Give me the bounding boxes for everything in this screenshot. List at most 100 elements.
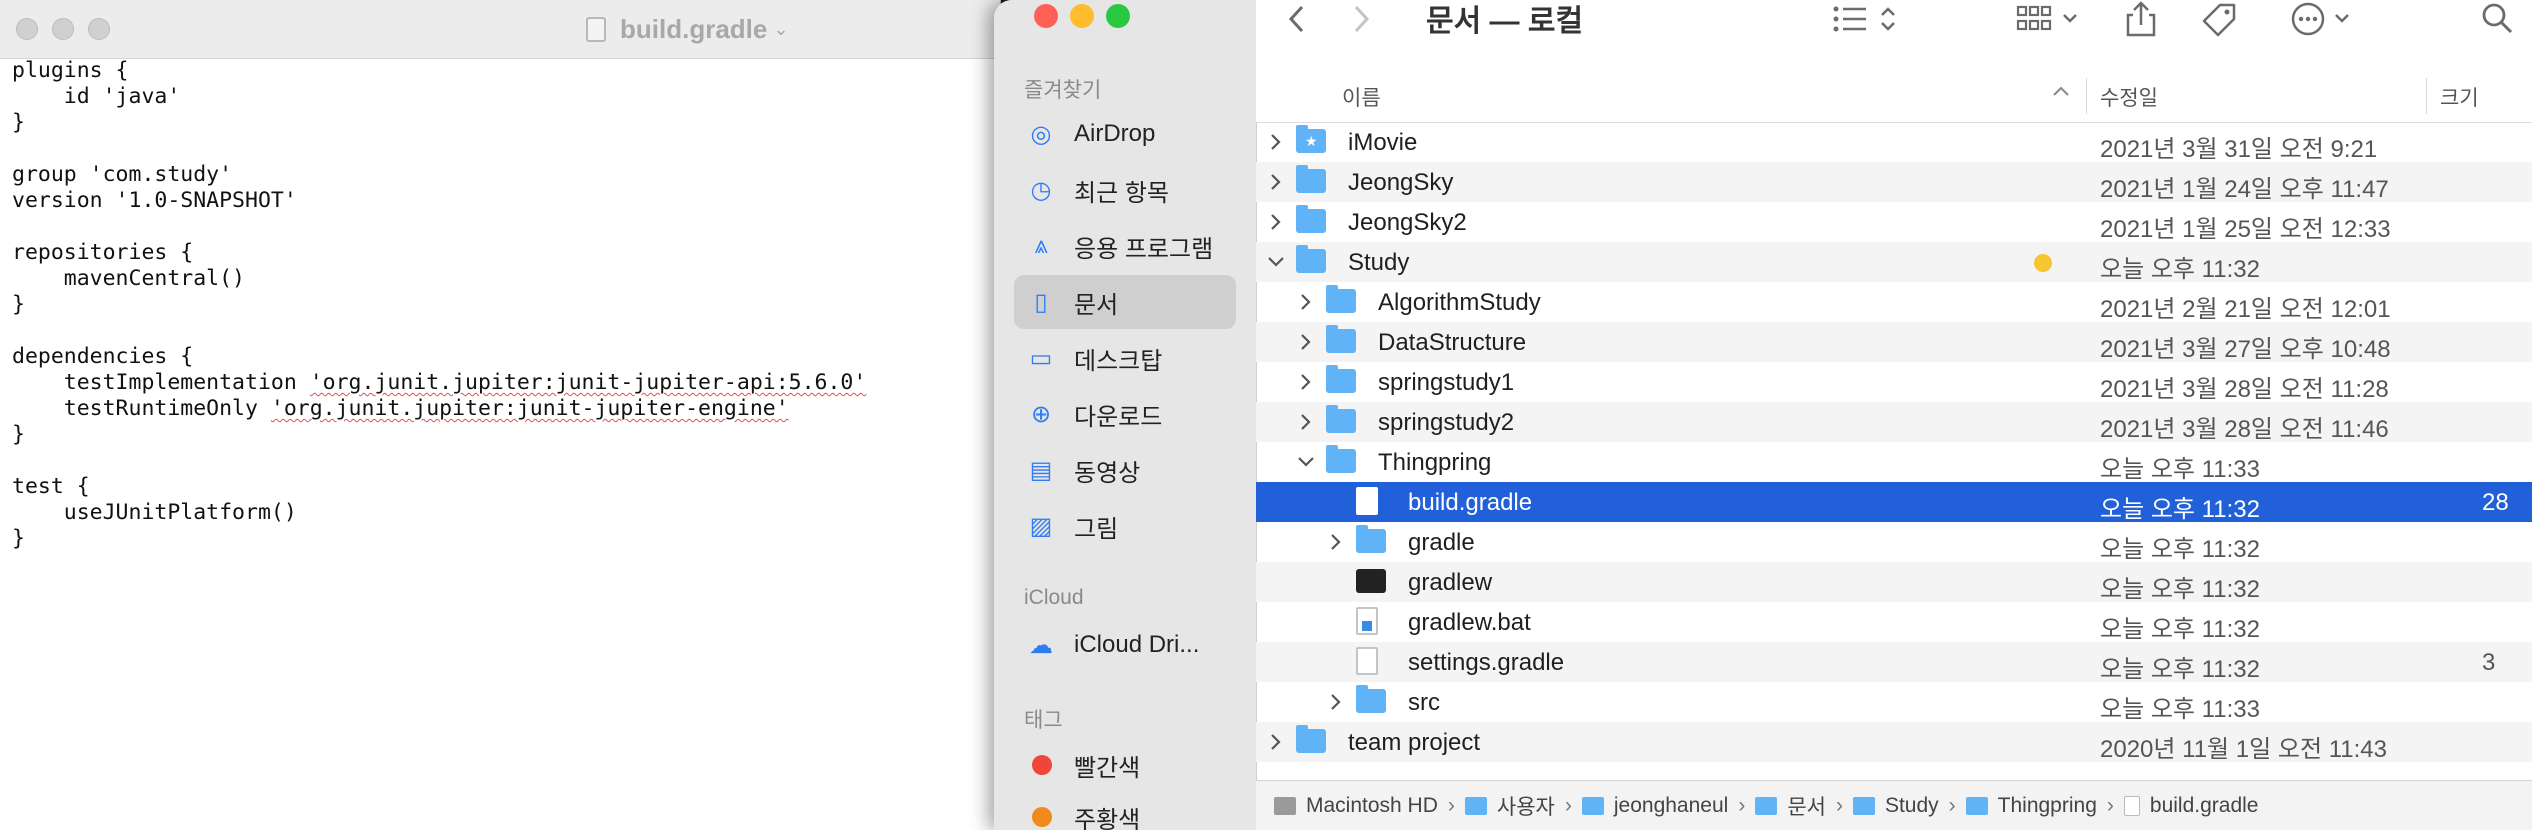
search-button[interactable] (2480, 0, 2514, 38)
orange-tag-dot-icon (1032, 807, 1052, 827)
code-line: version '1.0-SNAPSHOT' (12, 188, 297, 213)
disclosure-collapsed-icon[interactable] (1266, 166, 1286, 198)
sidebar-item-download[interactable]: ⊕ 다운로드 (1014, 387, 1236, 441)
file-row[interactable]: gradlew.bat 오늘 오후 11:32 (1256, 602, 2532, 643)
sidebar-item-tag-red[interactable]: 빨간색 (1014, 738, 1236, 792)
path-segment[interactable]: Study (1852, 794, 1939, 818)
folder-icon (1296, 205, 1326, 233)
sidebar-item-icloud-drive[interactable]: ☁ iCloud Dri... (1014, 618, 1236, 672)
file-modified-date: 2021년 3월 27일 오후 10:48 (2100, 336, 2391, 363)
text-editor-content[interactable]: plugins { id 'java'} group 'com.study' ver… (12, 58, 992, 818)
column-divider[interactable] (2086, 78, 2087, 114)
disclosure-collapsed-icon[interactable] (1266, 206, 1286, 238)
disclosure-collapsed-icon[interactable] (1296, 366, 1316, 398)
icloud-header: iCloud (1024, 586, 1084, 609)
path-bar: Macintosh HD › 사용자 › jeonghaneul › 문서 › Study › Th… (1256, 780, 2532, 830)
disclosure-collapsed-icon[interactable] (1296, 286, 1316, 318)
file-row[interactable]: JeongSky 2021년 1월 24일 오후 11:47 (1256, 162, 2532, 203)
sort-ascending-icon[interactable] (2052, 80, 2070, 104)
column-modified[interactable]: 수정일 (2100, 82, 2158, 112)
textedit-titlebar: build.gradle ⌄ (0, 0, 1000, 59)
back-button[interactable] (1286, 0, 1308, 38)
path-segment-label: 사용자 (1496, 796, 1555, 819)
file-row[interactable]: DataStructure 2021년 3월 27일 오후 10:48 (1256, 322, 2532, 363)
file-row[interactable]: gradle 오늘 오후 11:32 (1256, 522, 2532, 563)
file-row[interactable]: Thingpring 오늘 오후 11:33 (1256, 442, 2532, 483)
column-divider[interactable] (2426, 78, 2427, 114)
path-segment[interactable]: 문서 (1755, 791, 1826, 821)
disclosure-collapsed-icon[interactable] (1266, 726, 1286, 758)
disclosure-collapsed-icon[interactable] (1266, 126, 1286, 158)
sidebar-item-movie[interactable]: ▤ 동영상 (1014, 443, 1236, 497)
file-row[interactable]: team project 2020년 11월 1일 오전 11:43 (1256, 722, 2532, 763)
sidebar-item-desktop[interactable]: ▭ 데스크탑 (1014, 331, 1236, 385)
airdrop-icon: ◎ (1030, 120, 1052, 148)
disclosure-expanded-icon[interactable] (1296, 446, 1316, 478)
file-row[interactable]: src 오늘 오후 11:33 (1256, 682, 2532, 723)
file-row[interactable]: JeongSky2 2021년 1월 25일 오전 12:33 (1256, 202, 2532, 243)
disclosure-collapsed-icon[interactable] (1296, 326, 1316, 358)
movie-icon: ▤ (1029, 456, 1053, 484)
folder-icon (1965, 797, 1988, 815)
desktop-icon: ▭ (1029, 344, 1053, 372)
path-segment-label: Thingpring (1997, 794, 2097, 817)
minimize-button[interactable] (1070, 4, 1094, 28)
column-size[interactable]: 크기 (2440, 82, 2479, 112)
file-row[interactable]: ★ iMovie 2021년 3월 31일 오전 9:21 (1256, 122, 2532, 163)
disclosure-collapsed-icon[interactable] (1296, 406, 1316, 438)
path-segment[interactable]: build.gradle (2123, 794, 2259, 818)
sidebar-item-label: 응용 프로그램 (1074, 235, 1214, 263)
file-modified-date: 2021년 2월 21일 오전 12:01 (2100, 296, 2391, 323)
path-segment[interactable]: Thingpring (1965, 794, 2097, 818)
disclosure-expanded-icon[interactable] (1266, 246, 1286, 278)
minimize-button[interactable] (52, 18, 74, 40)
close-button[interactable] (16, 18, 38, 40)
path-segment[interactable]: 사용자 (1464, 791, 1555, 821)
column-name[interactable]: 이름 (1342, 82, 1381, 112)
zoom-button[interactable] (88, 18, 110, 40)
group-button[interactable] (2016, 0, 2086, 38)
share-button[interactable] (2124, 0, 2158, 38)
sidebar-item-tag-orange[interactable]: 주황색 (1014, 790, 1236, 830)
sidebar-item-airdrop[interactable]: ◎ AirDrop (1014, 107, 1236, 161)
file-row[interactable]: springstudy1 2021년 3월 28일 오전 11:28 (1256, 362, 2532, 403)
tags-button[interactable] (2200, 0, 2240, 38)
view-options-button[interactable] (1832, 0, 1902, 38)
path-segment-label: jeonghaneul (1613, 794, 1729, 817)
file-modified-date: 2021년 3월 28일 오전 11:46 (2100, 416, 2389, 443)
path-separator-icon: › (1948, 794, 1956, 817)
code-line: plugins { (12, 58, 129, 83)
yellow-tag-dot-icon (2034, 254, 2052, 272)
path-segment-label: build.gradle (2149, 794, 2259, 817)
zoom-button[interactable] (1106, 4, 1130, 28)
finder-sidebar: 즐겨찾기 ◎ AirDrop ◷ 최근 항목 ⩓ 응용 프로그램 ▯ 문서 ▭ 데스크탑 ⊕ 다운로드… (994, 0, 1257, 830)
window-title: 문서 — 로컬 (1426, 5, 1584, 38)
disclosure-collapsed-icon[interactable] (1326, 526, 1346, 558)
applications-icon: ⩓ (1034, 232, 1048, 259)
file-size: 3 (2482, 649, 2496, 676)
file-row[interactable]: springstudy2 2021년 3월 28일 오전 11:46 (1256, 402, 2532, 443)
file-modified-date: 2021년 3월 28일 오전 11:28 (2100, 376, 2389, 403)
sidebar-item-clock[interactable]: ◷ 최근 항목 (1014, 163, 1236, 217)
folder-icon (1296, 725, 1326, 753)
file-name: iMovie (1348, 129, 1418, 156)
file-row[interactable]: settings.gradle 오늘 오후 11:32 3 (1256, 642, 2532, 683)
file-row[interactable]: AlgorithmStudy 2021년 2월 21일 오전 12:01 (1256, 282, 2532, 323)
file-modified-date: 2021년 3월 31일 오전 9:21 (2100, 136, 2378, 163)
forward-button[interactable] (1350, 0, 1372, 38)
file-row[interactable]: build.gradle 오늘 오후 11:32 28 (1256, 482, 2532, 523)
file-row[interactable]: gradlew 오늘 오후 11:32 (1256, 562, 2532, 603)
path-segment[interactable]: Macintosh HD (1274, 794, 1438, 818)
path-segment[interactable]: jeonghaneul (1581, 794, 1729, 818)
file-size: 28 (2482, 489, 2509, 516)
finder-toolbar: 문서 — 로컬 (1256, 0, 2532, 71)
close-button[interactable] (1034, 4, 1058, 28)
sidebar-item-picture[interactable]: ▨ 그림 (1014, 499, 1236, 553)
disclosure-collapsed-icon[interactable] (1326, 686, 1346, 718)
sidebar-item-applications[interactable]: ⩓ 응용 프로그램 (1014, 219, 1236, 273)
file-row[interactable]: Study 오늘 오후 11:32 (1256, 242, 2532, 283)
action-button[interactable] (2290, 0, 2360, 38)
window-title[interactable]: build.gradle ⌄ (586, 14, 788, 44)
sidebar-item-document[interactable]: ▯ 문서 (1014, 275, 1236, 329)
